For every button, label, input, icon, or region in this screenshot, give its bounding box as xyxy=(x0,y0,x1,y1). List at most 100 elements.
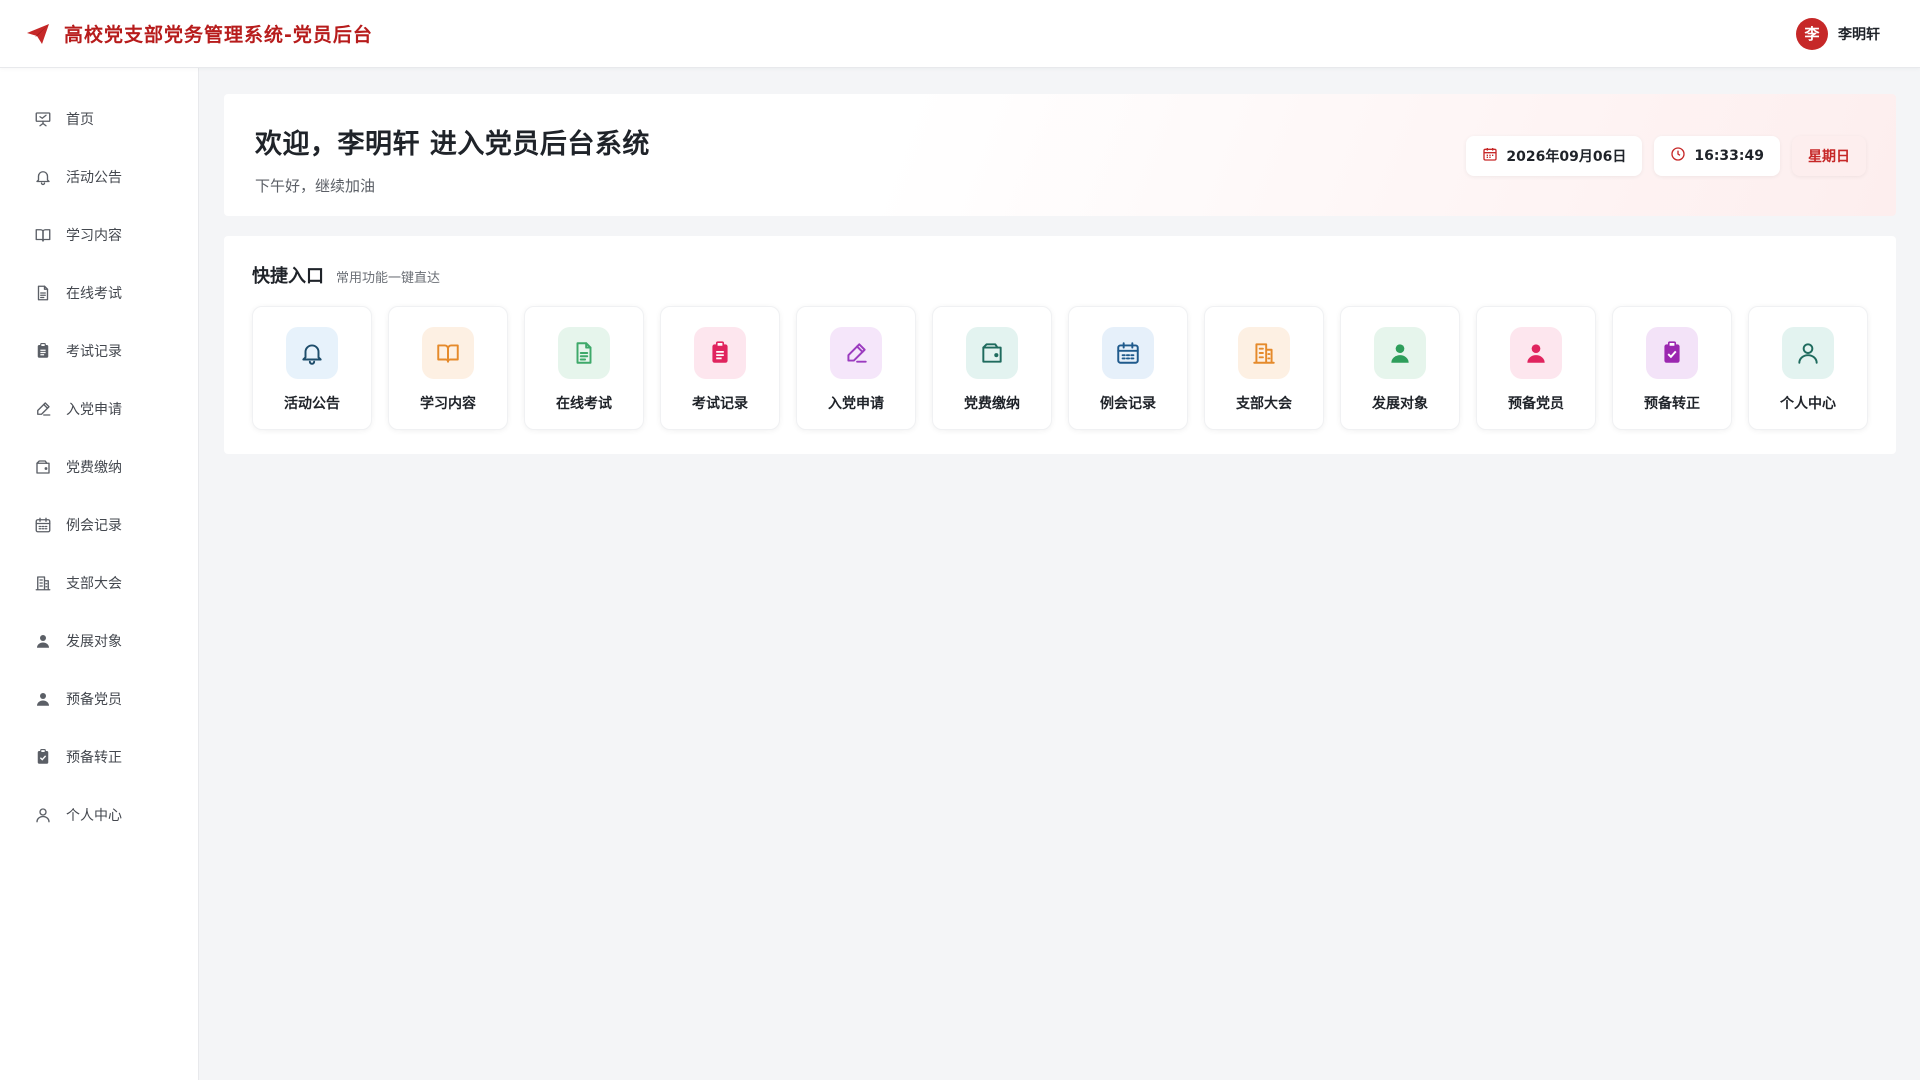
quick-tile[interactable]: 发展对象 xyxy=(1340,306,1460,430)
sidebar-item[interactable]: 入党申请 xyxy=(0,380,198,438)
person-icon xyxy=(1374,327,1426,379)
person-icon xyxy=(34,632,52,650)
quick-tile[interactable]: 入党申请 xyxy=(796,306,916,430)
welcome-banner: 欢迎，李明轩 进入党员后台系统 下午好，继续加油 2026年09月06日 16:… xyxy=(224,94,1896,216)
quick-access-subtitle: 常用功能一键直达 xyxy=(336,271,441,286)
clipboard-icon xyxy=(34,342,52,360)
quick-tile-label: 党费缴纳 xyxy=(964,396,1020,412)
sidebar-item-label: 学习内容 xyxy=(66,228,122,244)
quick-tile[interactable]: 在线考试 xyxy=(524,306,644,430)
document-icon xyxy=(34,284,52,302)
book-icon xyxy=(34,226,52,244)
user-outline-icon xyxy=(34,806,52,824)
top-bar: 高校党支部党务管理系统-党员后台 李 李明轩 xyxy=(0,0,1920,68)
paper-plane-icon xyxy=(26,23,50,45)
sidebar-item-label: 例会记录 xyxy=(66,518,122,534)
quick-tile[interactable]: 学习内容 xyxy=(388,306,508,430)
quick-access-title: 快捷入口 xyxy=(252,266,324,287)
quick-tile-label: 入党申请 xyxy=(828,396,884,412)
book-icon xyxy=(422,327,474,379)
user-menu[interactable]: 李 李明轩 xyxy=(1796,17,1880,50)
sidebar-item-label: 党费缴纳 xyxy=(66,460,122,476)
sidebar-item[interactable]: 活动公告 xyxy=(0,148,198,206)
pen-icon xyxy=(34,400,52,418)
sidebar: 首页活动公告学习内容在线考试考试记录入党申请党费缴纳例会记录支部大会发展对象预备… xyxy=(0,68,199,1080)
wallet-icon xyxy=(966,327,1018,379)
quick-tile-label: 个人中心 xyxy=(1780,396,1836,412)
sidebar-item-label: 考试记录 xyxy=(66,344,122,360)
quick-access-tiles: 活动公告 学习内容 在线考试 考试记录 入党申请 党费缴纳 例会记录 支部大会 发展对象 预备党员… xyxy=(252,306,1868,430)
sidebar-item[interactable]: 个人中心 xyxy=(0,786,198,844)
quick-tile[interactable]: 预备党员 xyxy=(1476,306,1596,430)
sidebar-item[interactable]: 考试记录 xyxy=(0,322,198,380)
bell-icon xyxy=(34,168,52,186)
quick-access-header: 快捷入口 常用功能一键直达 xyxy=(252,262,1868,288)
clipboard-icon xyxy=(694,327,746,379)
sidebar-item-label: 预备党员 xyxy=(66,692,122,708)
quick-tile[interactable]: 例会记录 xyxy=(1068,306,1188,430)
user-outline-icon xyxy=(1782,327,1834,379)
calendar-icon xyxy=(1102,327,1154,379)
user-name: 李明轩 xyxy=(1838,26,1880,43)
quick-access-panel: 快捷入口 常用功能一键直达 活动公告 学习内容 在线考试 考试记录 入党申请 党费缴纳 例会… xyxy=(224,236,1896,454)
pen-icon xyxy=(830,327,882,379)
sidebar-item[interactable]: 党费缴纳 xyxy=(0,438,198,496)
sidebar-item[interactable]: 例会记录 xyxy=(0,496,198,554)
quick-tile-label: 例会记录 xyxy=(1100,396,1156,412)
date-text: 2026年09月06日 xyxy=(1506,149,1627,165)
quick-tile-label: 在线考试 xyxy=(556,396,612,412)
sidebar-item[interactable]: 在线考试 xyxy=(0,264,198,322)
brand[interactable]: 高校党支部党务管理系统-党员后台 xyxy=(26,20,373,47)
sidebar-item-label: 预备转正 xyxy=(66,750,122,766)
sidebar-item[interactable]: 首页 xyxy=(0,90,198,148)
quick-tile[interactable]: 支部大会 xyxy=(1204,306,1324,430)
building-icon xyxy=(34,574,52,592)
avatar: 李 xyxy=(1796,17,1828,50)
building-icon xyxy=(1238,327,1290,379)
app-title: 高校党支部党务管理系统-党员后台 xyxy=(64,24,373,46)
welcome-subtitle: 下午好，继续加油 xyxy=(255,177,376,195)
clock-icon xyxy=(1670,146,1686,166)
sidebar-item-label: 发展对象 xyxy=(66,634,122,650)
quick-tile-label: 发展对象 xyxy=(1372,396,1428,412)
quick-tile[interactable]: 个人中心 xyxy=(1748,306,1868,430)
info-chips: 2026年09月06日 16:33:49 星期日 xyxy=(1466,136,1866,176)
clipboard-check-icon xyxy=(34,748,52,766)
quick-tile-label: 学习内容 xyxy=(420,396,476,412)
time-chip: 16:33:49 xyxy=(1654,136,1780,176)
sidebar-item[interactable]: 发展对象 xyxy=(0,612,198,670)
quick-tile[interactable]: 党费缴纳 xyxy=(932,306,1052,430)
quick-tile[interactable]: 活动公告 xyxy=(252,306,372,430)
sidebar-item-label: 个人中心 xyxy=(66,808,122,824)
sidebar-item[interactable]: 学习内容 xyxy=(0,206,198,264)
sidebar-item-label: 入党申请 xyxy=(66,402,122,418)
quick-tile-label: 预备转正 xyxy=(1644,396,1700,412)
bell-icon xyxy=(286,327,338,379)
weekday-chip: 星期日 xyxy=(1792,136,1866,176)
clipboard-check-icon xyxy=(1646,327,1698,379)
quick-tile-label: 预备党员 xyxy=(1508,396,1564,412)
quick-tile-label: 支部大会 xyxy=(1236,396,1292,412)
sidebar-item-label: 活动公告 xyxy=(66,170,122,186)
sidebar-item[interactable]: 预备党员 xyxy=(0,670,198,728)
calendar-icon xyxy=(34,516,52,534)
quick-tile-label: 活动公告 xyxy=(284,396,340,412)
presentation-icon xyxy=(34,110,52,128)
sidebar-item[interactable]: 预备转正 xyxy=(0,728,198,786)
main-content: 欢迎，李明轩 进入党员后台系统 下午好，继续加油 2026年09月06日 16:… xyxy=(224,94,1896,454)
wallet-icon xyxy=(34,458,52,476)
document-icon xyxy=(558,327,610,379)
sidebar-item-label: 在线考试 xyxy=(66,286,122,302)
weekday-text: 星期日 xyxy=(1808,149,1850,165)
quick-tile[interactable]: 预备转正 xyxy=(1612,306,1732,430)
sidebar-item-label: 支部大会 xyxy=(66,576,122,592)
person-icon xyxy=(34,690,52,708)
sidebar-item-label: 首页 xyxy=(66,112,94,128)
person-icon xyxy=(1510,327,1562,379)
calendar-icon xyxy=(1482,146,1498,166)
quick-tile[interactable]: 考试记录 xyxy=(660,306,780,430)
sidebar-item[interactable]: 支部大会 xyxy=(0,554,198,612)
time-text: 16:33:49 xyxy=(1694,148,1764,164)
quick-tile-label: 考试记录 xyxy=(692,396,748,412)
date-chip: 2026年09月06日 xyxy=(1466,136,1643,176)
